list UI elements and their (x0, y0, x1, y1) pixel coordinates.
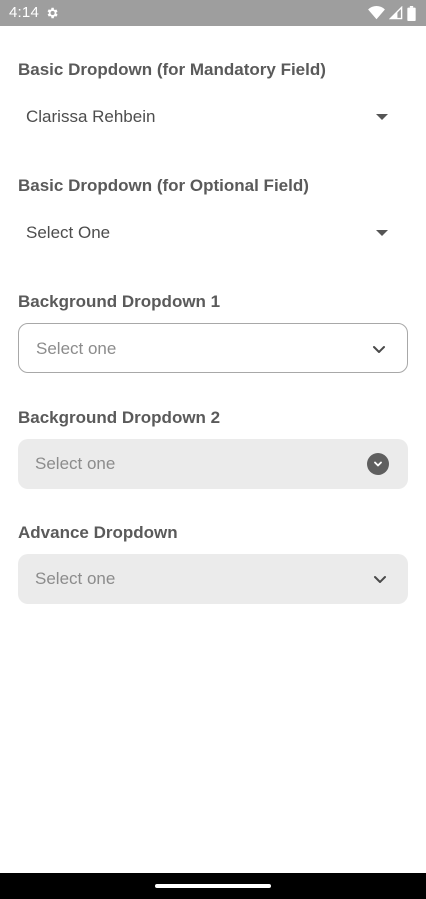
status-bar: 4:14 (0, 0, 426, 26)
background-dropdown-2-placeholder: Select one (35, 454, 116, 473)
gear-icon (47, 7, 58, 19)
chevron-circle-down-icon (367, 453, 389, 475)
caret-down-icon (376, 114, 388, 120)
basic-dropdown-optional[interactable]: Select One (18, 211, 408, 255)
wifi-icon (368, 6, 385, 20)
home-gesture-handle[interactable] (155, 884, 271, 888)
signal-icon (389, 6, 403, 20)
background-dropdown-1[interactable]: Select one (18, 323, 408, 373)
advance-dropdown[interactable]: Select one (18, 554, 408, 604)
basic-dropdown-mandatory-value: Clarissa Rehbein (26, 107, 156, 126)
chevron-down-icon (373, 346, 385, 353)
status-icons (368, 5, 416, 21)
background-dropdown-2-label: Background Dropdown 2 (18, 408, 221, 427)
caret-down-icon (376, 230, 388, 236)
background-dropdown-1-placeholder: Select one (36, 339, 117, 358)
basic-dropdown-mandatory-label: Basic Dropdown (for Mandatory Field) (18, 60, 326, 79)
basic-dropdown-optional-value: Select One (26, 223, 111, 242)
battery-icon (407, 5, 416, 21)
advance-dropdown-label: Advance Dropdown (18, 523, 178, 542)
basic-dropdown-optional-label: Basic Dropdown (for Optional Field) (18, 176, 309, 195)
background-dropdown-2[interactable]: Select one (18, 439, 408, 489)
basic-dropdown-mandatory[interactable]: Clarissa Rehbein (18, 95, 408, 139)
advance-dropdown-placeholder: Select one (35, 569, 116, 588)
background-dropdown-1-label: Background Dropdown 1 (18, 292, 221, 311)
chevron-down-icon (374, 576, 386, 583)
status-time: 4:14 (9, 4, 39, 21)
navigation-bar (0, 873, 426, 899)
